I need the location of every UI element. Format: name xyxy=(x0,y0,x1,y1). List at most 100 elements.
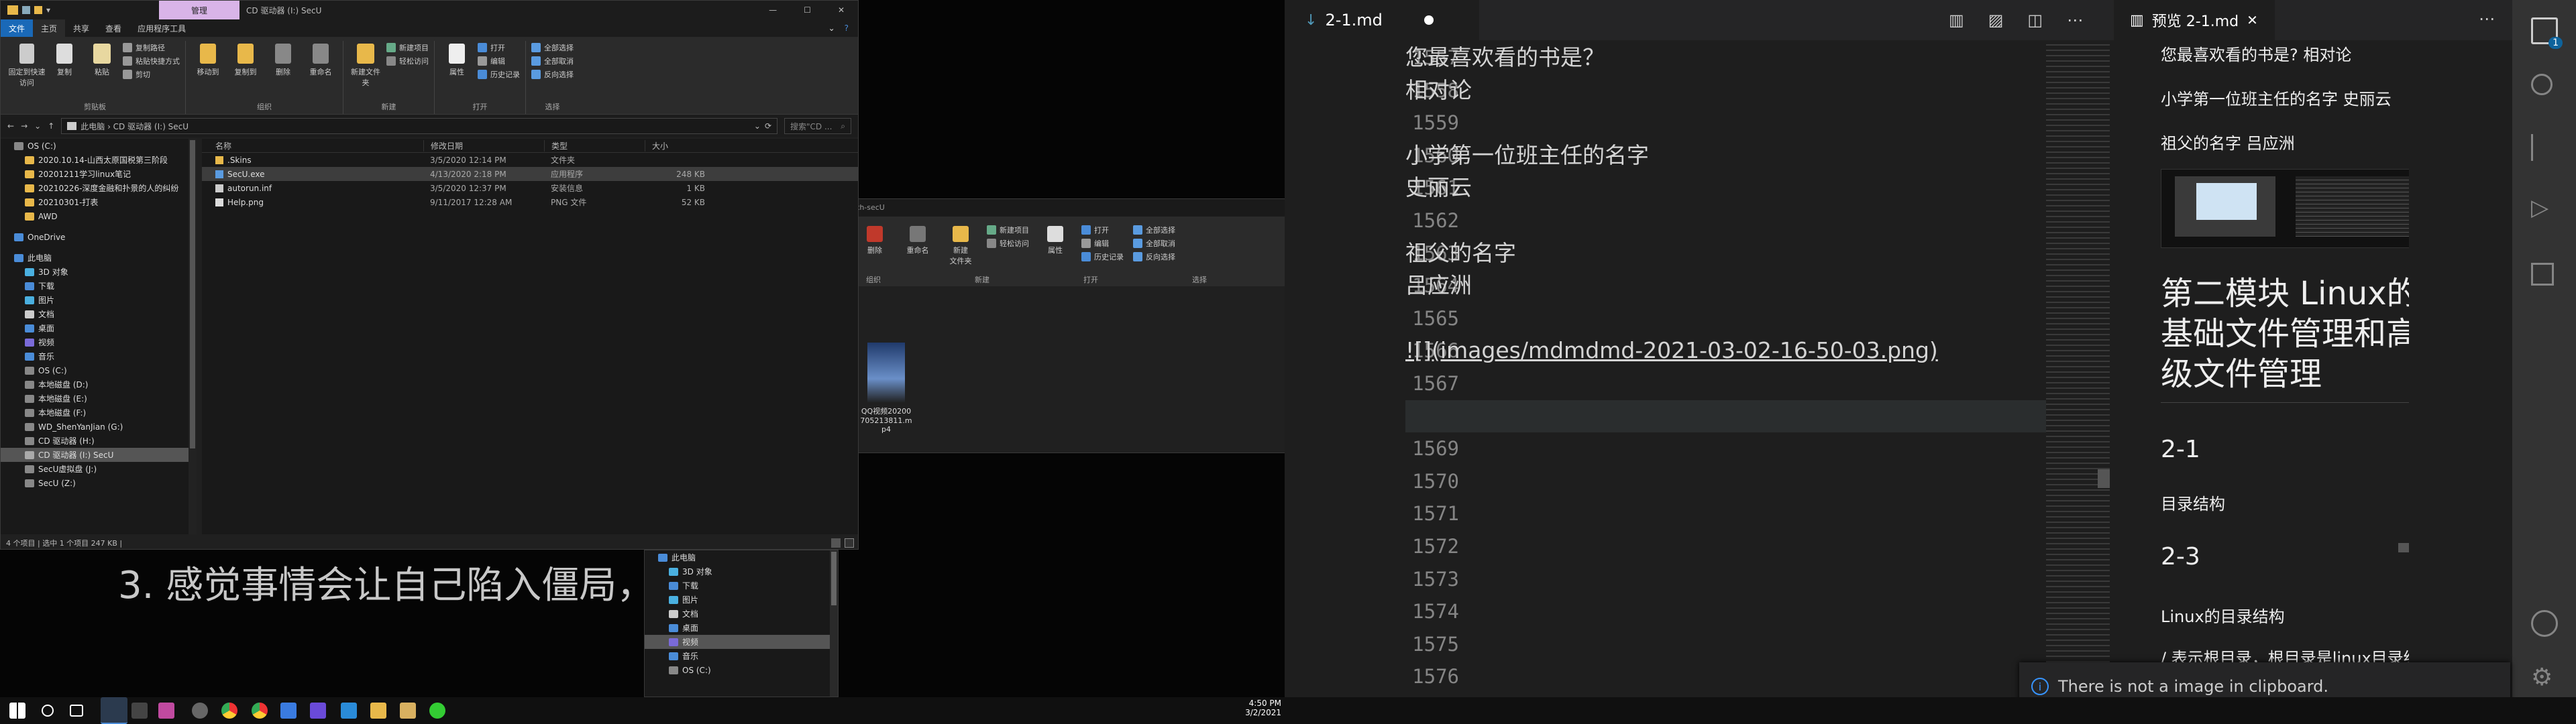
terminal-icon[interactable] xyxy=(131,703,148,719)
run-debug-icon[interactable]: ▷ xyxy=(2531,194,2558,221)
chevron-down-icon[interactable]: ⌄ xyxy=(754,121,761,131)
chevron-down-icon[interactable]: ▾ xyxy=(46,5,50,15)
nav-item-pictures[interactable]: 图片 xyxy=(645,593,833,607)
nav-item[interactable]: 2020.10.14-山西太原国税第三阶段 xyxy=(1,153,195,167)
nav-scrollbar[interactable] xyxy=(189,139,197,534)
nav-scrollbar[interactable] xyxy=(830,550,838,697)
select-all-button[interactable]: 全部选择 xyxy=(1133,223,1175,237)
file-row[interactable]: autorun.inf 3/5/2020 12:37 PM 安装信息 1 KB xyxy=(202,181,858,195)
preview-scrollbar[interactable] xyxy=(2398,543,2409,552)
video-file[interactable]: QQ视频20200705213811.mp4 xyxy=(859,343,913,434)
nav-item[interactable]: 视频 xyxy=(1,335,195,349)
invert-selection-button[interactable]: 反向选择 xyxy=(1133,250,1175,263)
new-item-button[interactable]: 新建项目 xyxy=(386,41,429,54)
file-explorer-taskbar-icon[interactable] xyxy=(370,703,386,719)
history-button[interactable]: 历史记录 xyxy=(1081,250,1124,263)
editor-tab[interactable]: ↓ 2-1.md xyxy=(1285,0,1479,40)
nav-item[interactable]: 本地磁盘 (D:) xyxy=(1,377,195,391)
details-view-icon[interactable] xyxy=(831,538,841,548)
edit-button[interactable]: 编辑 xyxy=(1081,237,1124,250)
nav-item[interactable]: SecU虚拟盘 (J:) xyxy=(1,462,195,476)
nav-item[interactable]: 20210301-打表 xyxy=(1,195,195,209)
more-icon[interactable]: ⋯ xyxy=(2067,11,2083,29)
file-row[interactable]: SecU.exe 4/13/2020 2:18 PM 应用程序 248 KB xyxy=(202,167,858,181)
nav-item-desktop[interactable]: 桌面 xyxy=(645,621,833,635)
copy-to-button[interactable]: 复制到 xyxy=(229,41,262,77)
extensions-icon[interactable] xyxy=(2531,263,2554,286)
nav-item-documents[interactable]: 文档 xyxy=(645,607,833,621)
image-paste-icon[interactable]: ▨ xyxy=(1988,11,2004,29)
nav-item[interactable]: OneDrive xyxy=(1,230,195,244)
rename-button[interactable]: 重命名 xyxy=(901,223,934,266)
file-row[interactable]: .Skins 3/5/2020 12:14 PM 文件夹 xyxy=(202,153,858,167)
tab-home[interactable]: 主页 xyxy=(33,19,66,37)
new-folder-button[interactable]: 新建 文件夹 xyxy=(944,223,977,266)
tab-app-tools[interactable]: 应用程序工具 xyxy=(129,19,194,37)
file-row[interactable]: Help.png 9/11/2017 12:28 AM PNG 文件 52 KB xyxy=(202,195,858,209)
nav-item[interactable]: CD 驱动器 (H:) xyxy=(1,434,195,448)
app-purple-icon[interactable] xyxy=(310,703,326,719)
nav-item-downloads[interactable]: 下载 xyxy=(645,579,833,593)
cut-button[interactable]: 剪切 xyxy=(123,68,180,81)
new-item-button[interactable]: 新建项目 xyxy=(987,223,1029,237)
markdown-preview[interactable]: 您最喜欢看的书是? 相对论 小学第一位班主任的名字 史丽云 祖父的名字 吕应洲 … xyxy=(2114,40,2409,711)
nav-item-videos[interactable]: 视频 xyxy=(645,635,833,649)
up-icon[interactable]: ↑ xyxy=(48,121,54,131)
nav-item[interactable]: OS (C:) xyxy=(1,139,195,153)
minimize-icon[interactable]: — xyxy=(769,5,777,15)
delete-button[interactable]: 删除 xyxy=(266,41,300,77)
copy-button[interactable]: 复制 xyxy=(48,41,81,77)
nav-item-3d[interactable]: 3D 对象 xyxy=(645,564,833,579)
easy-access-button[interactable]: 轻松访问 xyxy=(386,54,429,68)
app-blue-icon[interactable] xyxy=(280,703,297,719)
settings-icon[interactable] xyxy=(192,703,208,719)
editor-text[interactable]: 您最喜欢看的书是？ 相对论 小学第一位班主任的名字 史丽云 祖父的名字 吕应洲 ![](im… xyxy=(1405,42,1938,724)
rename-button[interactable]: 重命名 xyxy=(304,41,337,77)
more-icon[interactable]: ⋯ xyxy=(2479,9,2495,28)
nav-item[interactable]: CD 驱动器 (I:) SecU xyxy=(1,448,195,462)
maximize-icon[interactable]: ☐ xyxy=(804,5,811,15)
delete-button[interactable]: 删除 xyxy=(858,223,892,266)
wechat-icon[interactable] xyxy=(429,703,445,719)
move-to-button[interactable]: 移动到 xyxy=(191,41,225,77)
nav-item[interactable]: 本地磁盘 (E:) xyxy=(1,391,195,406)
preview-icon[interactable]: ▥ xyxy=(1949,11,1964,29)
select-all-button[interactable]: 全部选择 xyxy=(531,41,574,54)
chevron-down-icon[interactable]: ⌄ xyxy=(34,121,41,131)
tab-view[interactable]: 查看 xyxy=(97,19,129,37)
tab-file[interactable]: 文件 xyxy=(1,19,34,37)
nav-item[interactable]: WD_ShenYanJian (G:) xyxy=(1,420,195,434)
unsaved-dot-icon[interactable] xyxy=(1424,15,1434,25)
new-folder-button[interactable]: 新建文件夹 xyxy=(349,41,382,88)
chrome-icon[interactable] xyxy=(221,703,237,719)
account-icon[interactable] xyxy=(2531,610,2558,637)
properties-button[interactable]: 属性 xyxy=(440,41,474,77)
vscode-taskbar-icon[interactable] xyxy=(101,697,127,724)
search-icon[interactable] xyxy=(42,705,54,717)
nav-item[interactable]: 20201211学习linux笔记 xyxy=(1,167,195,181)
select-none-button[interactable]: 全部取消 xyxy=(1133,237,1175,250)
nav-item[interactable]: 下载 xyxy=(1,279,195,293)
editor-scrollbar[interactable] xyxy=(2098,469,2110,488)
nav-item[interactable]: OS (C:) xyxy=(1,363,195,377)
copy-path-button[interactable]: 复制路径 xyxy=(123,41,180,54)
nav-item[interactable]: 本地磁盘 (F:) xyxy=(1,406,195,420)
nav-item[interactable]: 此电脑 xyxy=(1,251,195,265)
search-box[interactable]: 搜索"CD ... ⌕ xyxy=(784,118,851,134)
column-size[interactable]: 大小 xyxy=(645,139,712,152)
save-icon[interactable] xyxy=(22,6,30,14)
app-edge-icon[interactable] xyxy=(341,703,357,719)
paste-shortcut-button[interactable]: 粘贴快捷方式 xyxy=(123,54,180,68)
column-name[interactable]: 名称 xyxy=(202,140,423,152)
settings-gear-icon[interactable]: ⚙ xyxy=(2531,664,2558,691)
search-icon[interactable] xyxy=(2531,74,2553,95)
send-icon[interactable] xyxy=(158,703,174,719)
large-icons-view-icon[interactable] xyxy=(845,538,854,548)
preview-tab[interactable]: ▥ 预览 2-1.md ✕ xyxy=(2114,0,2275,40)
nav-item[interactable]: AWD xyxy=(1,209,195,223)
chevron-down-icon[interactable]: ⌄ xyxy=(828,23,835,33)
open-button[interactable]: 打开 xyxy=(478,41,520,54)
nav-item-music[interactable]: 音乐 xyxy=(645,649,833,663)
system-clock[interactable]: 4:50 PM 3/2/2021 xyxy=(1214,699,1281,717)
properties-button[interactable]: 属性 xyxy=(1038,223,1072,266)
